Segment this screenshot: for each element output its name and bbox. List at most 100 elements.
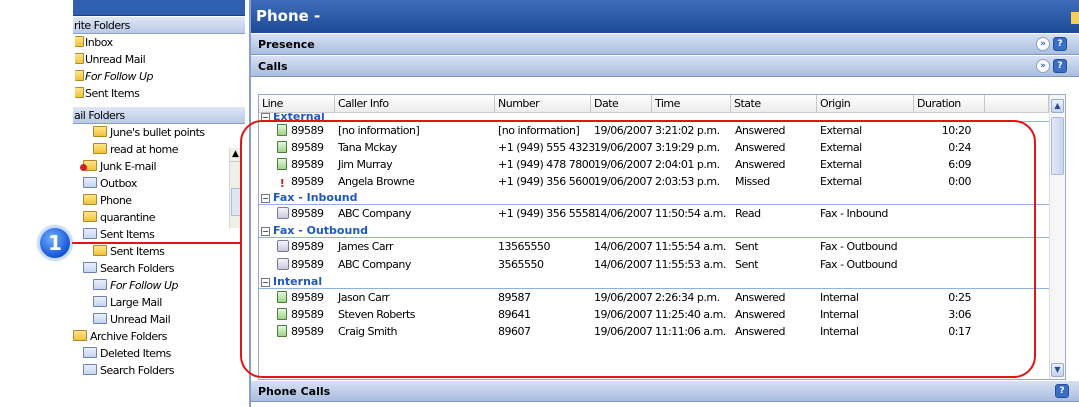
cell-time: 2:04:01 p.m. <box>655 158 720 171</box>
favorite-folders-header[interactable]: rite Folders <box>73 16 245 34</box>
table-row[interactable]: ! 89589 Angela Browne +1 (949) 356 5600 19/0… <box>259 173 1065 190</box>
folder-large-mail[interactable]: Large Mail <box>73 294 245 311</box>
folder-outbox[interactable]: Outbox <box>73 175 245 192</box>
fav-for-follow-up-label: For Follow Up <box>85 70 154 83</box>
main-pane: Phone - Presence »? Calls »? Line Caller … <box>249 0 1079 407</box>
folder-pane-scrollbar[interactable]: ▲ <box>229 148 241 228</box>
phone-calls-section: Phone Calls ? <box>251 380 1079 407</box>
folder-quarantine[interactable]: quarantine <box>73 209 245 226</box>
column-header-state[interactable]: State <box>731 95 817 113</box>
table-row[interactable]: 89589 [no information] [no information] 19/… <box>259 122 1065 139</box>
fax-icon <box>277 207 289 219</box>
calls-label: Calls <box>258 60 288 73</box>
folder-for-follow-up[interactable]: For Follow Up <box>73 277 245 294</box>
collapse-toggle-icon[interactable]: − <box>261 194 270 203</box>
scroll-thumb[interactable] <box>1051 117 1064 175</box>
cell-date: 19/06/2007 <box>594 308 653 321</box>
cell-time: 2:03:53 p.m. <box>655 175 720 188</box>
help-icon[interactable]: ? <box>1055 384 1069 398</box>
phone-calls-section-header[interactable]: Phone Calls ? <box>251 380 1079 402</box>
folder-sent-items[interactable]: Sent Items <box>73 226 245 243</box>
column-header-origin[interactable]: Origin <box>817 95 914 113</box>
pane-title: Phone - <box>256 7 321 25</box>
cell-state: Missed <box>735 175 770 188</box>
group-header[interactable]: − External <box>259 113 1065 122</box>
table-row[interactable]: 89589 ABC Company +1 (949) 356 5558 14/06/2… <box>259 205 1065 223</box>
cell-caller: Craig Smith <box>338 325 398 338</box>
collapse-chevron-icon[interactable]: » <box>1036 59 1050 73</box>
calls-section-header[interactable]: Calls »? <box>251 55 1079 77</box>
table-row[interactable]: 89589 Jason Carr 89587 19/06/2007 2:26:34 p.… <box>259 289 1065 306</box>
scroll-up-icon[interactable]: ▲ <box>230 148 241 162</box>
column-header-caller-info[interactable]: Caller Info <box>335 95 495 113</box>
table-row[interactable]: 89589 James Carr 13565550 14/06/2007 11:55:5… <box>259 238 1065 256</box>
folder-unread-mail[interactable]: Unread Mail <box>73 311 245 328</box>
table-row[interactable]: 89589 Steven Roberts 89641 19/06/2007 11:25:… <box>259 306 1065 323</box>
cell-origin: External <box>820 175 862 188</box>
callout-number-badge: 1 <box>38 226 72 260</box>
sent-items-icon <box>83 228 97 239</box>
cell-number: +1 (949) 356 5600 <box>498 175 595 188</box>
cell-line: 89589 <box>291 291 324 304</box>
folder-junk-e-mail[interactable]: Junk E-mail <box>73 158 245 175</box>
fav-for-follow-up[interactable]: For Follow Up <box>73 68 245 85</box>
cell-time: 11:25:40 a.m. <box>655 308 726 321</box>
group-header[interactable]: − Fax - Outbound <box>259 223 1065 238</box>
help-icon[interactable]: ? <box>1053 37 1067 51</box>
folder-archive-folders[interactable]: Archive Folders <box>73 328 245 345</box>
folder-label: read at home <box>110 143 179 156</box>
cell-time: 2:26:34 p.m. <box>655 291 720 304</box>
table-row[interactable]: 89589 ABC Company 3565550 14/06/2007 11:55:5… <box>259 256 1065 274</box>
table-row[interactable]: 89589 Craig Smith 89607 19/06/2007 11:11:06 … <box>259 323 1065 340</box>
group-header[interactable]: − Internal <box>259 274 1065 289</box>
column-header-date[interactable]: Date <box>591 95 652 113</box>
scroll-down-icon[interactable]: ▼ <box>1051 363 1064 377</box>
fav-inbox[interactable]: Inbox <box>73 34 245 51</box>
cell-state: Answered <box>735 124 786 137</box>
collapse-chevron-icon[interactable]: » <box>1036 37 1050 51</box>
folder-search-folders[interactable]: Search Folders <box>73 362 245 379</box>
fav-sent-items[interactable]: Sent Items <box>73 85 245 102</box>
collapse-toggle-icon[interactable]: − <box>261 278 270 287</box>
cell-time: 11:55:53 a.m. <box>655 258 726 271</box>
folder-icon <box>83 211 97 222</box>
folder-deleted-items[interactable]: Deleted Items <box>73 345 245 362</box>
calls-table-scrollbar[interactable]: ▲ ▼ <box>1049 95 1065 379</box>
collapse-toggle-icon[interactable]: − <box>261 227 270 236</box>
cell-caller: ABC Company <box>338 258 411 271</box>
folder-sent-items[interactable]: Sent Items <box>73 243 245 260</box>
mail-folders-label: ail Folders <box>74 109 125 122</box>
cell-state: Answered <box>735 325 786 338</box>
folder-read-at-home[interactable]: read at home <box>73 141 245 158</box>
scroll-up-icon[interactable]: ▲ <box>1051 99 1064 113</box>
group-header[interactable]: − Fax - Inbound <box>259 190 1065 205</box>
mail-folders-header[interactable]: ail Folders <box>73 106 245 124</box>
folder-search-folders[interactable]: Search Folders <box>73 260 245 277</box>
search-folder-icon <box>83 364 97 375</box>
folder-icon <box>73 330 87 341</box>
cell-date: 14/06/2007 <box>594 240 653 253</box>
column-header-number[interactable]: Number <box>495 95 591 113</box>
folder-label: quarantine <box>100 211 156 224</box>
help-icon[interactable]: ? <box>1053 59 1067 73</box>
table-row[interactable]: 89589 Jim Murray +1 (949) 478 7800 19/06/20… <box>259 156 1065 173</box>
group-name: External <box>273 113 325 122</box>
folder-june-s-bullet-points[interactable]: June's bullet points <box>73 124 245 141</box>
column-header-line[interactable]: Line <box>259 95 335 113</box>
folder-label: Search Folders <box>100 364 175 377</box>
cell-duration: 10:20 <box>941 124 972 137</box>
cell-date: 14/06/2007 <box>594 207 653 220</box>
cell-origin: External <box>820 158 862 171</box>
cell-caller: Steven Roberts <box>338 308 416 321</box>
cell-duration: 0:25 <box>948 291 971 304</box>
column-header-duration[interactable]: Duration <box>914 95 985 113</box>
scroll-thumb[interactable] <box>231 188 241 216</box>
collapse-toggle-icon[interactable]: − <box>261 113 270 121</box>
column-header-time[interactable]: Time <box>652 95 731 113</box>
cell-state: Answered <box>735 158 786 171</box>
cell-date: 19/06/2007 <box>594 325 653 338</box>
presence-section-header[interactable]: Presence »? <box>251 33 1079 55</box>
folder-phone[interactable]: Phone <box>73 192 245 209</box>
fav-unread-mail[interactable]: Unread Mail <box>73 51 245 68</box>
table-row[interactable]: 89589 Tana Mckay +1 (949) 555 4323 19/06/20… <box>259 139 1065 156</box>
